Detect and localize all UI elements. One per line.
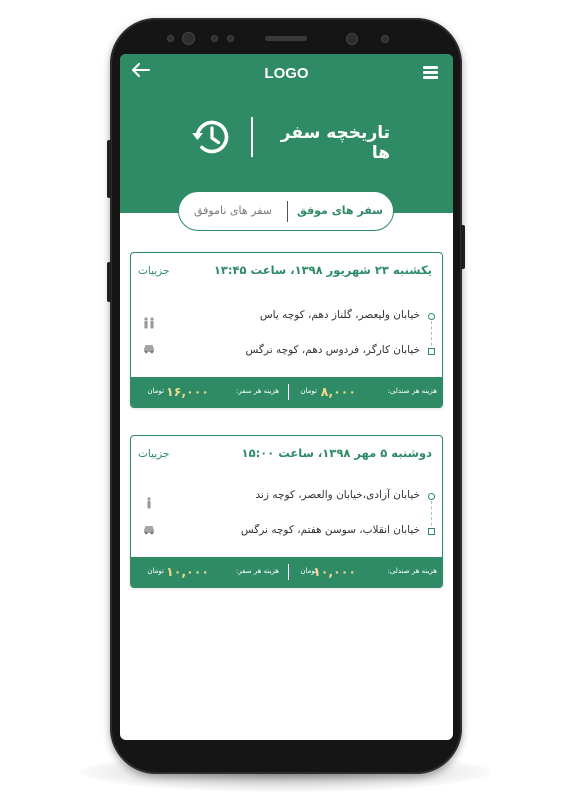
front-sensor [211,35,218,42]
trip-fare-currency: تومان [147,567,164,575]
seat-fare-value: ۱۰,۰۰۰ [313,564,356,579]
seat-fare-currency: تومان [300,387,317,395]
earpiece-speaker [265,36,307,41]
trip-fare-value: ۱۰,۰۰۰ [166,564,209,579]
car-icon [144,526,154,535]
person-icon [147,497,151,509]
hamburger-menu-icon[interactable] [423,66,438,79]
phone-side-button [107,140,111,198]
fare-bar: هزینه هر صندلی: ۸,۰۰۰ تومان هزینه هر سفر… [131,377,442,407]
trip-fare-label: هزینه هر سفر: [236,567,279,575]
front-camera [182,32,195,45]
app-header: LOGO تاریخچه سفر ها [120,54,453,213]
route-line [431,501,432,531]
trip-fare-label: هزینه هر سفر: [236,387,279,395]
tab-successful-trips[interactable]: سفر های موفق [287,192,393,230]
car-icon [144,345,154,354]
destination-marker [428,528,435,535]
header-divider [251,117,253,157]
front-sensor [227,35,234,42]
front-sensor [381,35,389,43]
history-clock-icon [192,120,229,154]
seat-fare-currency: تومان [300,567,317,575]
origin-marker [428,313,435,320]
destination-address: خیابان انقلاب، سوسن هفتم، کوچه نرگس [240,524,420,536]
seat-fare-label: هزینه هر صندلی: [387,387,437,395]
app-screen: LOGO تاریخچه سفر ها سفر های ناموفق سفر ه… [120,54,453,740]
trip-fare-value: ۱۶,۰۰۰ [166,384,209,399]
phone-side-button [107,262,111,302]
trip-card: دوشنبه ۵ مهر ۱۳۹۸، ساعت ۱۵:۰۰ جزییات خیا… [130,435,443,588]
trip-date: یکشنبه ۲۳ شهریور ۱۳۹۸، ساعت ۱۳:۴۵ [213,263,432,277]
fare-divider [288,564,289,580]
origin-address: خیابان آزادی،خیابان والعصر، کوچه زند [255,489,420,501]
trip-card: یکشنبه ۲۳ شهریور ۱۳۹۸، ساعت ۱۳:۴۵ جزییات… [130,252,443,408]
tab-failed-trips[interactable]: سفر های ناموفق [179,192,287,230]
trip-fare-currency: تومان [147,387,164,395]
trip-status-tabs: سفر های ناموفق سفر های موفق [178,191,394,231]
fare-bar: هزینه هر صندلی: ۱۰,۰۰۰ تومان هزینه هر سف… [131,557,442,587]
route-line [431,321,432,351]
app-logo: LOGO [264,65,309,82]
seat-fare-value: ۸,۰۰۰ [320,384,356,399]
origin-marker [428,493,435,500]
details-link[interactable]: جزییات [138,448,169,460]
seat-fare-label: هزینه هر صندلی: [387,567,437,575]
front-sensor [167,35,174,42]
details-link[interactable]: جزییات [138,265,169,277]
destination-address: خیابان کارگر، فردوس دهم، کوچه نرگس [245,344,420,356]
front-camera [346,33,358,45]
destination-marker [428,348,435,355]
two-persons-icon [144,317,154,329]
phone-side-button [461,225,465,269]
page-title: تاریخچه سفر ها [280,123,390,163]
origin-address: خیابان ولیعصر، گلناز دهم، کوچه یاس [259,309,420,321]
trip-date: دوشنبه ۵ مهر ۱۳۹۸، ساعت ۱۵:۰۰ [241,446,432,460]
fare-divider [288,384,289,400]
